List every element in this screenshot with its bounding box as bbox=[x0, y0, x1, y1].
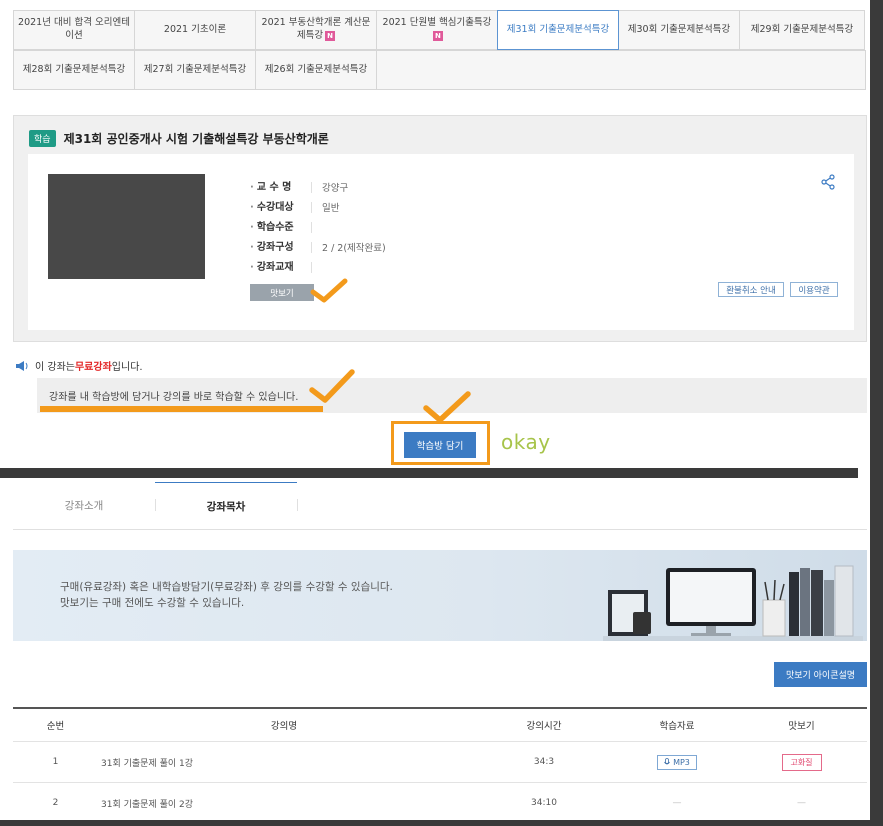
cell-name[interactable]: 31회 기출문제 풀이 1강 bbox=[98, 756, 470, 769]
tab-basic-theory[interactable]: 2021 기초이론 bbox=[134, 10, 256, 50]
free-course-label: 무료강좌 bbox=[74, 362, 112, 373]
banner-line-2: 맛보기는 구매 전에도 수강할 수 있습니다. bbox=[60, 596, 245, 609]
add-to-study-room-button[interactable]: 학습방 담기 bbox=[404, 432, 476, 458]
tab-label: 2021 기초이론 bbox=[163, 23, 227, 35]
cell-time: 34:3 bbox=[533, 757, 555, 767]
terms-button[interactable]: 이용약관 bbox=[790, 282, 838, 297]
header-time: 강의시간 bbox=[526, 721, 562, 732]
info-row-level: 학습수준 bbox=[250, 217, 386, 237]
new-badge: N bbox=[432, 30, 443, 41]
tab-core-past-exam[interactable]: 2021 단원별 핵심기출특강 N bbox=[376, 10, 498, 50]
content-tabs: 강좌소개 강좌목차 bbox=[13, 482, 867, 530]
study-badge: 학습 bbox=[29, 130, 56, 147]
tab-31st-exam[interactable]: 제31회 기출문제분석특강 bbox=[497, 10, 619, 50]
check-mark-annotation bbox=[309, 369, 355, 403]
mp3-button[interactable]: MP3 bbox=[657, 754, 697, 770]
page: 2021년 대비 합격 오리엔테이션 2021 기초이론 2021 부동산학개론… bbox=[0, 0, 870, 820]
table-header: 순번 강의명 강의시간 학습자료 맛보기 bbox=[13, 709, 867, 742]
preview-button[interactable]: 맛보기 bbox=[250, 284, 314, 301]
info-value: 강양구 bbox=[322, 183, 349, 194]
tab-30th-exam[interactable]: 제30회 기출문제분석특강 bbox=[618, 10, 740, 50]
desk-illustration bbox=[603, 565, 863, 641]
info-row-professor: 교 수 명 강양구 bbox=[250, 177, 386, 197]
tab-empty bbox=[376, 50, 866, 90]
info-value: 일반 bbox=[322, 203, 340, 214]
cell-material: MP3 bbox=[618, 754, 736, 770]
mp3-label: MP3 bbox=[673, 757, 690, 767]
refund-info-button[interactable]: 환불취소 안내 bbox=[718, 282, 784, 297]
tab-orientation[interactable]: 2021년 대비 합격 오리엔테이션 bbox=[13, 10, 135, 50]
cell-name[interactable]: 31회 기출문제 풀이 2강 bbox=[98, 797, 470, 810]
table-row: 2 31회 기출문제 풀이 2강 34:10 — — bbox=[13, 783, 867, 820]
tab-label: 2021 단원별 핵심기출특강 bbox=[382, 17, 492, 29]
course-title: 제31회 공인중개사 시험 기출해설특강 부동산학개론 bbox=[63, 132, 329, 146]
cell-time: 34:10 bbox=[531, 798, 557, 808]
banner-text: 구매(유료강좌) 혹은 내학습방담기(무료강좌) 후 강의를 수강할 수 있습니… bbox=[60, 580, 393, 612]
tab-course-intro[interactable]: 강좌소개 bbox=[13, 482, 155, 529]
table-row: 1 31회 기출문제 풀이 1강 34:3 MP3 고화질 bbox=[13, 742, 867, 783]
tab-separator bbox=[297, 499, 298, 511]
cell-no: 1 bbox=[52, 757, 59, 767]
category-tabs-row-1: 2021년 대비 합격 오리엔테이션 2021 기초이론 2021 부동산학개론… bbox=[13, 10, 867, 50]
tab-29th-exam[interactable]: 제29회 기출문제분석특강 bbox=[739, 10, 865, 50]
info-value: 2 / 2(제작완료) bbox=[322, 243, 386, 254]
tab-label: 제29회 기출문제분석특강 bbox=[750, 23, 854, 35]
tab-calc-special[interactable]: 2021 부동산학개론 계산문제특강 N bbox=[255, 10, 377, 50]
tab-label: 제31회 기출문제분석특강 bbox=[506, 23, 610, 35]
header-material: 학습자료 bbox=[659, 721, 695, 732]
info-row-textbook: 강좌교재 bbox=[250, 257, 386, 277]
cell-material: — bbox=[672, 798, 682, 808]
info-label: 강좌구성 bbox=[250, 241, 312, 253]
info-label: 강좌교재 bbox=[250, 261, 312, 273]
info-label: 교 수 명 bbox=[250, 181, 312, 193]
tab-course-contents[interactable]: 강좌목차 bbox=[155, 482, 297, 529]
screenshot-divider bbox=[0, 468, 858, 478]
check-mark-annotation bbox=[310, 278, 348, 303]
tab-26th-exam[interactable]: 제26회 기출문제분석특강 bbox=[255, 50, 377, 90]
course-info-box: 학습 제31회 공인중개사 시험 기출해설특강 부동산학개론 교 수 명 강양구… bbox=[13, 115, 867, 342]
tab-27th-exam[interactable]: 제27회 기출문제분석특강 bbox=[134, 50, 256, 90]
tab-label: 2021 부동산학개론 계산문제특강 bbox=[261, 17, 371, 41]
cell-preview: — bbox=[797, 798, 806, 808]
underline-annotation bbox=[40, 406, 323, 412]
tab-label: 제28회 기출문제분석특강 bbox=[22, 63, 126, 75]
info-banner: 구매(유료강좌) 혹은 내학습방담기(무료강좌) 후 강의를 수강할 수 있습니… bbox=[13, 550, 867, 641]
header-name: 강의명 bbox=[270, 721, 298, 732]
course-detail-panel: 교 수 명 강양구 수강대상 일반 학습수준 강좌구성 2 / 2(제작완료) … bbox=[28, 154, 854, 330]
microphone-icon bbox=[664, 757, 670, 764]
preview-icon-guide-button[interactable]: 맛보기 아이콘설명 bbox=[774, 662, 867, 687]
course-info-list: 교 수 명 강양구 수강대상 일반 학습수준 강좌구성 2 / 2(제작완료) … bbox=[250, 177, 386, 277]
course-thumbnail bbox=[48, 174, 205, 279]
category-tabs: 2021년 대비 합격 오리엔테이션 2021 기초이론 2021 부동산학개론… bbox=[13, 10, 867, 90]
speaker-icon bbox=[16, 360, 28, 371]
free-course-notice: 이 강좌는 무료강좌 입니다. bbox=[15, 358, 143, 373]
cell-no: 2 bbox=[52, 798, 59, 808]
tab-label: 제27회 기출문제분석특강 bbox=[143, 63, 247, 75]
course-header: 학습 제31회 공인중개사 시험 기출해설특강 부동산학개론 bbox=[29, 130, 329, 147]
info-row-composition: 강좌구성 2 / 2(제작완료) bbox=[250, 237, 386, 257]
tab-28th-exam[interactable]: 제28회 기출문제분석특강 bbox=[13, 50, 135, 90]
banner-line-1: 구매(유료강좌) 혹은 내학습방담기(무료강좌) 후 강의를 수강할 수 있습니… bbox=[60, 581, 393, 593]
tab-label: 제26회 기출문제분석특강 bbox=[264, 63, 368, 75]
notice-suffix: 입니다. bbox=[111, 362, 143, 373]
cell-preview: 고화질 bbox=[736, 753, 867, 771]
tab-label: 2021년 대비 합격 오리엔테이션 bbox=[18, 17, 130, 41]
header-preview: 맛보기 bbox=[788, 721, 815, 732]
notice-prefix: 이 강좌는 bbox=[35, 362, 75, 373]
share-icon[interactable] bbox=[820, 174, 836, 190]
tab-label: 제30회 기출문제분석특강 bbox=[627, 23, 731, 35]
new-badge: N bbox=[325, 30, 336, 41]
info-label: 학습수준 bbox=[250, 221, 312, 233]
lecture-table: 순번 강의명 강의시간 학습자료 맛보기 1 31회 기출문제 풀이 1강 34… bbox=[13, 707, 867, 820]
notice-bar-text: 강좌를 내 학습방에 담거나 강의를 바로 학습할 수 있습니다. bbox=[49, 392, 299, 403]
info-label: 수강대상 bbox=[250, 201, 312, 213]
info-row-target: 수강대상 일반 bbox=[250, 197, 386, 217]
header-no: 순번 bbox=[46, 721, 65, 732]
hq-preview-button[interactable]: 고화질 bbox=[781, 753, 822, 771]
category-tabs-row-2: 제28회 기출문제분석특강 제27회 기출문제분석특강 제26회 기출문제분석특… bbox=[13, 50, 867, 90]
okay-annotation: okay bbox=[501, 430, 551, 454]
